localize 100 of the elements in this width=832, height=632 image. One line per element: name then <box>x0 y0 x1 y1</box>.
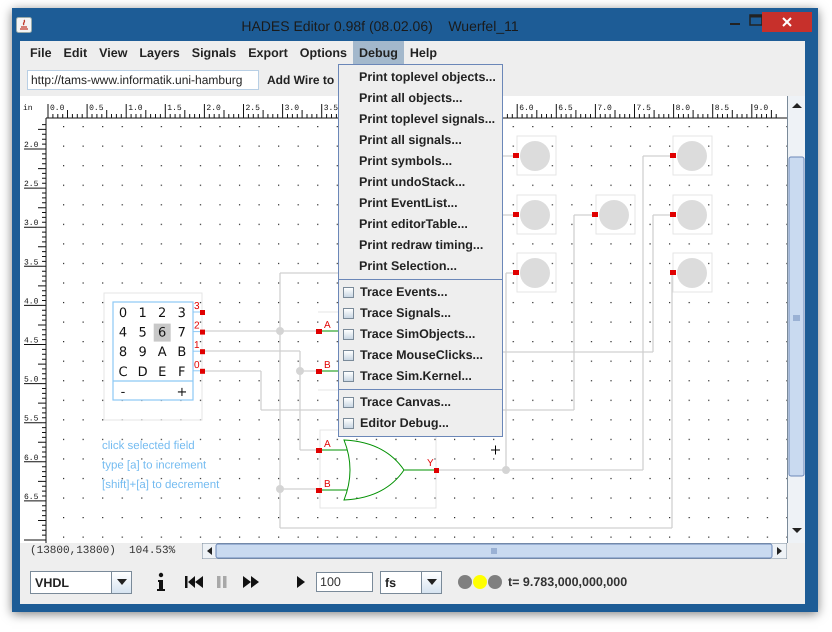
keypad-key[interactable]: 0 <box>118 306 128 321</box>
toolbar-status-text: Add Wire to <box>267 72 334 89</box>
menu-item[interactable]: File <box>24 41 58 64</box>
port-marker <box>200 310 205 315</box>
ruler-label: 2.0 <box>206 104 221 113</box>
menu-item[interactable]: Print undoStack... <box>339 172 502 193</box>
component-frame <box>672 252 712 292</box>
info-icon[interactable] <box>156 572 166 592</box>
decrement-key[interactable]: - <box>120 385 126 400</box>
play-icon[interactable] <box>296 574 306 590</box>
menu-item[interactable]: Print toplevel objects... <box>339 67 502 88</box>
menu-item[interactable]: Export <box>242 41 294 64</box>
ruler-label: 6.5 <box>24 492 38 502</box>
checkbox[interactable] <box>343 418 354 429</box>
menu-item[interactable]: Edit <box>58 41 94 64</box>
junction-dot <box>276 327 284 335</box>
ruler-label: 6.5 <box>558 104 573 113</box>
menu-item[interactable]: Print toplevel signals... <box>339 109 502 130</box>
menu-item[interactable]: Editor Debug... <box>360 414 449 433</box>
ruler-label: 3.5 <box>324 104 338 113</box>
junction-dot <box>502 466 510 474</box>
ruler-label: 6.0 <box>24 454 38 463</box>
status-text: (13800,13800) 104.53% <box>29 544 176 559</box>
menu-item[interactable]: Help <box>404 41 443 64</box>
wire <box>502 214 514 216</box>
keypad-key[interactable]: 4 <box>118 326 128 341</box>
menu-item[interactable]: Options <box>294 41 354 64</box>
step-field[interactable]: 100 <box>316 572 373 592</box>
keypad-key[interactable]: 2 <box>158 306 166 321</box>
junction-dot <box>296 367 304 375</box>
keypad[interactable] <box>112 301 194 401</box>
keypad-key[interactable]: D <box>138 364 148 380</box>
menu-item[interactable]: Debug <box>353 41 404 64</box>
keypad-key[interactable]: B <box>177 345 186 360</box>
menu-item[interactable]: Trace Sim.Kernel... <box>360 367 472 386</box>
keypad-key[interactable]: 6 <box>158 326 166 341</box>
keypad-key[interactable]: E <box>158 364 166 380</box>
port-marker <box>513 270 519 275</box>
checkbox[interactable] <box>343 371 354 382</box>
hint-text: type [a] to increment <box>102 460 206 472</box>
menu-item[interactable]: Trace MouseClicks... <box>360 346 483 365</box>
component-frame <box>672 194 712 234</box>
keypad-key[interactable]: 1 <box>138 306 147 321</box>
menu-item[interactable]: Print editorTable... <box>339 214 502 235</box>
hint-text: click selected field <box>102 440 195 452</box>
menu-item[interactable]: View <box>93 41 134 64</box>
fast-forward-icon[interactable] <box>242 574 260 590</box>
menu-item[interactable]: Trace Signals... <box>360 304 452 323</box>
ruler-label: 4.5 <box>24 336 38 346</box>
keypad-key[interactable]: A <box>158 345 167 360</box>
ruler-label: 9.0 <box>754 104 768 113</box>
pin-label: A <box>324 439 331 450</box>
checkbox[interactable] <box>343 329 354 340</box>
menu-item[interactable]: Print symbols... <box>339 151 502 172</box>
checkbox[interactable] <box>343 350 354 361</box>
port-marker <box>513 212 519 217</box>
keypad-key[interactable]: 5 <box>138 326 147 341</box>
port-marker <box>670 270 676 275</box>
menu-item[interactable]: Print redraw timing... <box>339 235 502 256</box>
menu-item[interactable]: Print all signals... <box>339 130 502 151</box>
menu-item[interactable]: Trace Canvas... <box>360 393 452 412</box>
vertical-scrollbar[interactable] <box>788 96 805 543</box>
ruler-label: 4.0 <box>24 297 38 306</box>
checkbox[interactable] <box>343 287 354 298</box>
crosshair-cursor-icon <box>490 445 500 455</box>
skip-to-start-icon[interactable] <box>184 574 204 590</box>
keypad-key[interactable]: 3 <box>178 306 186 321</box>
menu-item[interactable]: Trace Events... <box>360 283 448 302</box>
keypad-key[interactable]: C <box>118 364 128 380</box>
close-button[interactable] <box>762 12 812 32</box>
time-unit-dropdown[interactable]: fs <box>380 570 442 594</box>
port-marker <box>316 329 322 334</box>
increment-key[interactable]: + <box>176 385 188 400</box>
keypad-key[interactable]: 9 <box>138 345 147 360</box>
port-marker <box>670 153 676 158</box>
keypad-key[interactable]: 8 <box>118 345 128 360</box>
menu-item[interactable]: Print EventList... <box>339 193 502 214</box>
ruler-label: 0.0 <box>50 104 64 113</box>
ruler-label: 5.0 <box>24 376 38 385</box>
menu-item[interactable]: Signals <box>186 41 242 64</box>
port-marker <box>434 468 439 473</box>
keypad-key[interactable]: F <box>178 364 186 380</box>
maximize-button[interactable] <box>748 12 764 28</box>
port-marker <box>200 330 205 335</box>
menu-item[interactable]: Trace SimObjects... <box>360 325 476 344</box>
language-dropdown[interactable]: VHDL <box>30 570 132 594</box>
menu-item[interactable]: Layers <box>133 41 186 64</box>
port-marker <box>200 349 205 354</box>
url-field[interactable]: http://tams-www.informatik.uni-hamburg <box>27 70 259 90</box>
checkbox[interactable] <box>343 397 354 408</box>
horizontal-scrollbar[interactable] <box>202 543 787 559</box>
port-label: 0 <box>194 360 200 371</box>
keypad-key[interactable]: 7 <box>178 326 186 341</box>
java-icon <box>16 17 32 33</box>
checkbox[interactable] <box>343 308 354 319</box>
ruler-label: 1.5 <box>167 104 182 113</box>
or-gate[interactable] <box>322 440 434 500</box>
menu-item[interactable]: Print all objects... <box>339 88 502 109</box>
menu-item[interactable]: Print Selection... <box>339 256 502 277</box>
pin-label: A <box>324 320 331 331</box>
